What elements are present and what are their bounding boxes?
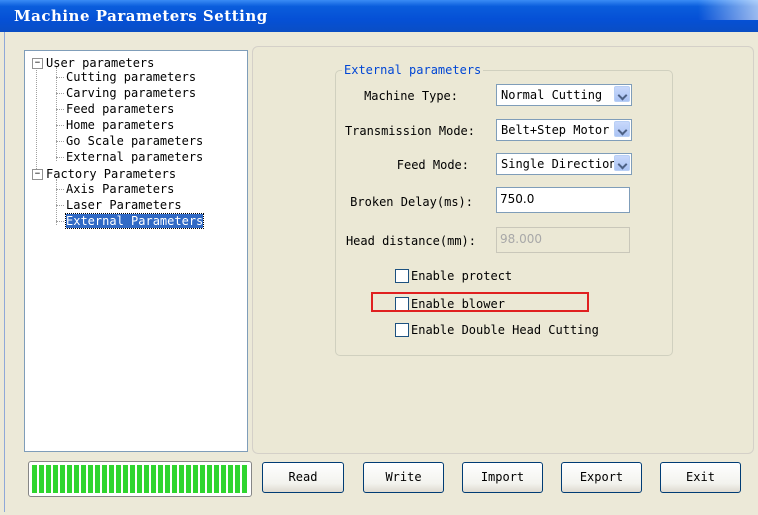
collapse-icon[interactable]: −: [32, 58, 43, 69]
broken-delay-label: Broken Delay(ms):: [350, 195, 473, 209]
broken-delay-input[interactable]: [500, 192, 620, 206]
tree-item-external-factory[interactable]: External Parameters: [64, 213, 205, 229]
window-title: Machine Parameters Setting: [14, 7, 268, 25]
chevron-down-icon[interactable]: [614, 86, 630, 102]
tree-group-user-label: User parameters: [46, 56, 155, 70]
tree-item-laser[interactable]: Laser Parameters: [66, 198, 182, 212]
import-button[interactable]: Import: [462, 462, 543, 493]
feed-mode-select[interactable]: Single Direction: [496, 153, 632, 175]
tree-guide-line: [36, 63, 37, 177]
export-button[interactable]: Export: [561, 462, 642, 493]
tree-guide-line: [56, 77, 64, 78]
progress-fill: [32, 465, 248, 493]
tree-item-go-scale[interactable]: Go Scale parameters: [66, 134, 203, 148]
tree-item-home[interactable]: Home parameters: [66, 118, 174, 132]
tree-guide-line: [56, 157, 64, 158]
tree-item-axis[interactable]: Axis Parameters: [66, 182, 174, 196]
tree-guide-line: [56, 125, 64, 126]
tree-item-external-user[interactable]: External parameters: [66, 150, 203, 164]
title-bar[interactable]: Machine Parameters Setting: [0, 0, 758, 32]
tree-item-feed[interactable]: Feed parameters: [66, 102, 174, 116]
tree-guide-line: [56, 109, 64, 110]
chevron-down-icon[interactable]: [614, 155, 630, 171]
checkbox-box[interactable]: [395, 323, 409, 337]
machine-type-select[interactable]: Normal Cutting: [496, 84, 632, 106]
read-button[interactable]: Read: [262, 462, 344, 493]
tree-item-carving[interactable]: Carving parameters: [66, 86, 196, 100]
group-title: External parameters: [342, 63, 484, 77]
title-bar-gloss: [698, 0, 758, 20]
feed-mode-value: Single Direction: [501, 157, 617, 171]
collapse-icon[interactable]: −: [32, 169, 43, 180]
transmission-mode-value: Belt+Step Motor: [501, 123, 610, 137]
tree-guide-line: [56, 189, 64, 190]
enable-double-head-label: Enable Double Head Cutting: [411, 323, 599, 337]
tree-guide-line: [56, 67, 57, 161]
external-parameters-group: [335, 70, 673, 356]
head-distance-input: [500, 232, 620, 246]
parameters-window: Machine Parameters Setting − User parame…: [0, 0, 758, 515]
tree-guide-line: [56, 179, 57, 225]
tree-guide-line: [56, 221, 64, 222]
chevron-down-icon[interactable]: [614, 121, 630, 137]
broken-delay-field[interactable]: [496, 187, 630, 213]
enable-protect-label: Enable protect: [411, 269, 513, 283]
tree-item-cutting[interactable]: Cutting parameters: [66, 70, 196, 84]
head-distance-field: [496, 227, 630, 253]
machine-type-value: Normal Cutting: [501, 88, 603, 102]
tree-group-factory-label: Factory Parameters: [46, 167, 177, 181]
parameters-tree[interactable]: − User parameters Cutting parameters Car…: [24, 50, 248, 452]
checkbox-box[interactable]: [395, 269, 409, 283]
tree-guide-line: [56, 205, 64, 206]
highlight-annotation: [371, 292, 589, 312]
transmission-mode-label: Transmission Mode:: [344, 124, 475, 138]
tree-guide-line: [56, 93, 64, 94]
transmission-mode-select[interactable]: Belt+Step Motor: [496, 119, 632, 141]
head-distance-label: Head distance(mm):: [345, 234, 476, 248]
tree-guide-line: [56, 141, 64, 142]
machine-type-label: Machine Type:: [364, 89, 458, 103]
progress-bar: [28, 461, 252, 497]
feed-mode-label: Feed Mode:: [396, 158, 469, 172]
write-button[interactable]: Write: [363, 462, 444, 493]
exit-button[interactable]: Exit: [660, 462, 741, 493]
